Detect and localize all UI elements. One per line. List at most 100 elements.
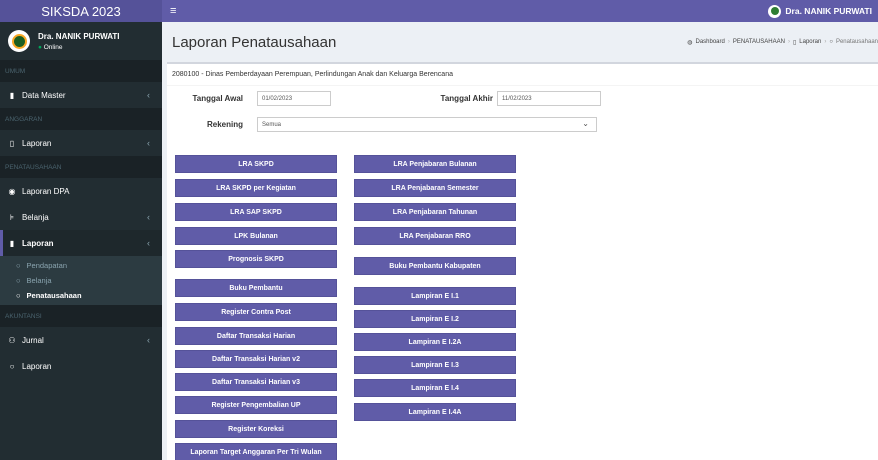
- sidebar-item-laporan-dpa[interactable]: ◉ Laporan DPA: [0, 178, 162, 204]
- navbar-user-name: Dra. NANIK PURWATI: [785, 6, 872, 16]
- rekening-label: Rekening: [206, 120, 243, 129]
- lra-penjabaran-semester-button[interactable]: LRA Penjabaran Semester: [354, 179, 516, 197]
- tanggal-awal-label: Tanggal Awal: [192, 94, 243, 103]
- dashboard-icon: ◍: [687, 39, 693, 46]
- navbar: ≡ Dra. NANIK PURWATI: [162, 0, 878, 22]
- sidebar-item-label: Jurnal: [22, 335, 44, 345]
- sitemap-icon: ⚇: [8, 335, 16, 345]
- register-pengembalian-up-button[interactable]: Register Pengembalian UP: [175, 396, 337, 414]
- lra-penjabaran-rro-button[interactable]: LRA Penjabaran RRO: [354, 227, 516, 245]
- lampiran-e-i-2-button[interactable]: Lampiran E I.2: [354, 310, 516, 328]
- user-status-label: Online: [43, 43, 63, 51]
- sidebar-subitem-label: Pendapatan: [26, 261, 67, 270]
- sidebar-item-label: Laporan: [22, 361, 52, 371]
- tanggal-awal-input[interactable]: 01/02/2023: [257, 91, 331, 106]
- sidebar-subitem-label: Belanja: [26, 276, 52, 285]
- breadcrumb-penatausahaan[interactable]: PENATAUSAHAAN: [733, 39, 785, 45]
- sidebar-item-label: Laporan: [22, 138, 52, 148]
- breadcrumb-dashboard[interactable]: Dashboard: [696, 39, 725, 45]
- lra-penjabaran-tahunan-button[interactable]: LRA Penjabaran Tahunan: [354, 203, 516, 221]
- sidebar-header-akuntansi: AKUNTANSI: [0, 305, 162, 327]
- circle-icon: ○: [9, 361, 15, 371]
- lampiran-e-i-4a-button[interactable]: Lampiran E I.4A: [354, 403, 516, 421]
- rekening-row: Rekening Semua ⌄: [167, 117, 597, 132]
- register-koreksi-button[interactable]: Register Koreksi: [175, 420, 337, 438]
- circle-icon: ○: [16, 291, 21, 300]
- lampiran-e-i-4-button[interactable]: Lampiran E I.4: [354, 379, 516, 397]
- sidebar-item-laporan-penatausahaan[interactable]: ▮ Laporan ‹: [0, 230, 162, 256]
- content-wrapper: Laporan Penatausahaan ◍ Dashboard › PENA…: [162, 22, 878, 460]
- breadcrumb: ◍ Dashboard › PENATAUSAHAAN › ▯ Laporan …: [687, 39, 878, 46]
- page-title: Laporan Penatausahaan: [172, 33, 337, 51]
- lampiran-e-i-3-button[interactable]: Lampiran E I.3: [354, 356, 516, 374]
- breadcrumb-current: Penatausahaan: [835, 39, 878, 45]
- buku-pembantu-kabupaten-button[interactable]: Buku Pembantu Kabupaten: [354, 257, 516, 275]
- sidebar-subitem-penatausahaan[interactable]: ○ Penatausahaan: [0, 288, 162, 303]
- lra-penjabaran-bulanan-button[interactable]: LRA Penjabaran Bulanan: [354, 155, 516, 173]
- chevron-down-icon: ⌄: [582, 119, 589, 128]
- lra-skpd-per-kegiatan-button[interactable]: LRA SKPD per Kegiatan: [175, 179, 337, 197]
- sidebar-subitem-label: Penatausahaan: [26, 291, 82, 300]
- date-row: Tanggal Awal 01/02/2023: [167, 91, 331, 106]
- sidebar-item-label: Laporan DPA: [22, 186, 70, 196]
- sidebar-item-label: Data Master: [22, 90, 66, 100]
- book-icon: ▮: [9, 90, 15, 100]
- lpk-bulanan-button[interactable]: LPK Bulanan: [175, 227, 337, 245]
- sidebar: Dra. NANIK PURWATI ● Online UMUM ▮ Data M…: [0, 22, 162, 460]
- bars-icon[interactable]: ≡: [170, 5, 176, 17]
- content-header: Laporan Penatausahaan ◍ Dashboard › PENA…: [162, 22, 878, 62]
- report-box: 2080100 - Dinas Pemberdayaan Perempuan, …: [167, 62, 878, 460]
- lampiran-e-i-2a-button[interactable]: Lampiran E I.2A: [354, 333, 516, 351]
- rekening-select-value: Semua: [257, 117, 597, 132]
- app-logo[interactable]: SIKSDA 2023: [0, 0, 162, 22]
- buku-pembantu-button[interactable]: Buku Pembantu: [175, 279, 337, 297]
- avatar: [8, 30, 30, 52]
- user-menu[interactable]: Dra. NANIK PURWATI: [768, 4, 872, 18]
- circle-icon: ○: [16, 261, 21, 270]
- chevron-left-icon: ‹: [147, 238, 150, 248]
- sidebar-subitem-belanja[interactable]: ○ Belanja: [0, 273, 162, 288]
- sidebar-user-name: Dra. NANIK PURWATI: [38, 31, 120, 41]
- chevron-left-icon: ‹: [147, 335, 150, 345]
- box-title: 2080100 - Dinas Pemberdayaan Perempuan, …: [167, 64, 878, 86]
- sidebar-item-data-master[interactable]: ▮ Data Master ‹: [0, 82, 162, 108]
- daftar-transaksi-harian-button[interactable]: Daftar Transaksi Harian: [175, 327, 337, 345]
- tanggal-akhir-label: Tanggal Akhir: [440, 94, 493, 103]
- top-navbar: SIKSDA 2023 ≡ Dra. NANIK PURWATI: [0, 0, 878, 22]
- rekening-select[interactable]: Semua ⌄: [257, 117, 597, 132]
- user-status: ● Online: [38, 44, 120, 51]
- daftar-transaksi-harian-v3-button[interactable]: Daftar Transaksi Harian v3: [175, 373, 337, 391]
- lra-sap-skpd-button[interactable]: LRA SAP SKPD: [175, 203, 337, 221]
- register-contra-post-button[interactable]: Register Contra Post: [175, 303, 337, 321]
- sidebar-item-laporan-anggaran[interactable]: ▯ Laporan ‹: [0, 130, 162, 156]
- user-panel: Dra. NANIK PURWATI ● Online: [0, 22, 162, 60]
- sidebar-item-laporan-akuntansi[interactable]: ○ Laporan: [0, 353, 162, 379]
- sidebar-item-belanja[interactable]: ⊧ Belanja ‹: [0, 204, 162, 230]
- chevron-left-icon: ‹: [147, 90, 150, 100]
- sidebar-item-jurnal[interactable]: ⚇ Jurnal ‹: [0, 327, 162, 353]
- sidebar-subitem-pendapatan[interactable]: ○ Pendapatan: [0, 258, 162, 273]
- circle-icon: ○: [16, 276, 21, 285]
- file-icon: ▯: [9, 138, 15, 148]
- sidebar-header-penatausahaan: PENATAUSAHAAN: [0, 156, 162, 178]
- circle-icon: ○: [829, 39, 833, 45]
- sidebar-submenu: ○ Pendapatan ○ Belanja ○ Penatausahaan: [0, 256, 162, 305]
- sidebar-header-anggaran: ANGGARAN: [0, 108, 162, 130]
- daftar-transaksi-harian-v2-button[interactable]: Daftar Transaksi Harian v2: [175, 350, 337, 368]
- cart-icon: ⊧: [9, 212, 15, 222]
- file-icon: ▮: [9, 238, 15, 248]
- sidebar-item-label: Belanja: [22, 212, 49, 222]
- lampiran-e-i-1-button[interactable]: Lampiran E I.1: [354, 287, 516, 305]
- chevron-left-icon: ‹: [147, 212, 150, 222]
- file-icon: ▯: [792, 39, 797, 46]
- laporan-target-anggaran-per-tri-wulan-button[interactable]: Laporan Target Anggaran Per Tri Wulan: [175, 443, 337, 460]
- lra-skpd-button[interactable]: LRA SKPD: [175, 155, 337, 173]
- chevron-left-icon: ‹: [147, 138, 150, 148]
- sidebar-header-umum: UMUM: [0, 60, 162, 82]
- status-dot-icon: ●: [38, 43, 42, 51]
- tanggal-akhir-input[interactable]: 11/02/2023: [497, 91, 601, 106]
- avatar: [768, 4, 782, 18]
- dashboard-icon: ◉: [8, 186, 16, 196]
- breadcrumb-laporan[interactable]: Laporan: [799, 39, 821, 45]
- prognosis-skpd-button[interactable]: Prognosis SKPD: [175, 250, 337, 268]
